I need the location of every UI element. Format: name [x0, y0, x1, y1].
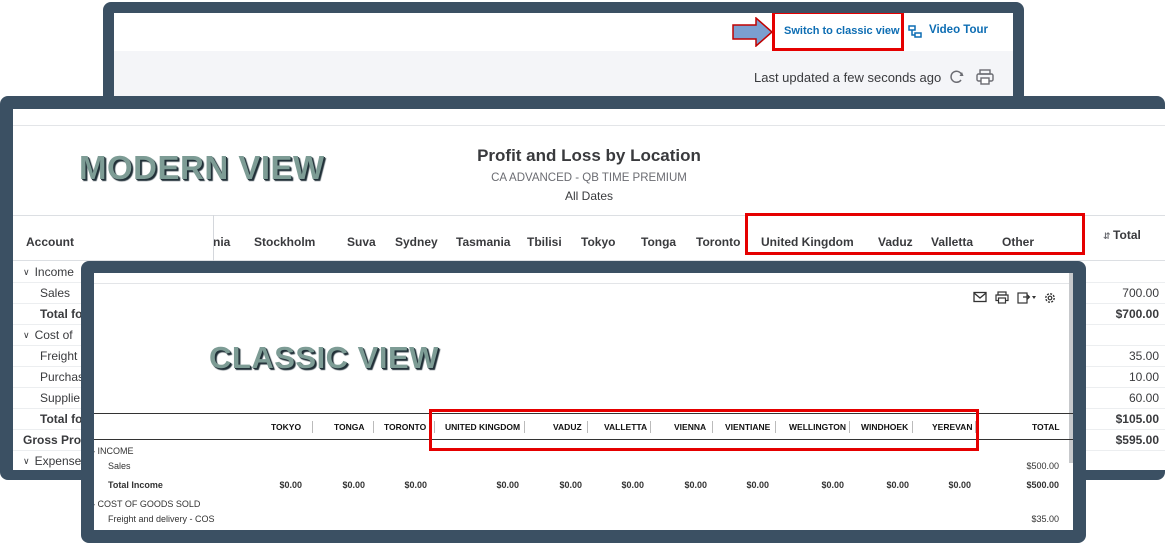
column-header[interactable]: nia	[213, 235, 230, 249]
total-column-header[interactable]: ⇵ Total	[1103, 228, 1141, 242]
row-label: ∨ Expense	[23, 454, 82, 468]
cell-value: $0.00	[684, 480, 707, 490]
row-total: $35.00	[1031, 514, 1059, 524]
row-label: ∨ Income	[23, 265, 74, 279]
classic-columns-highlight-box	[429, 409, 979, 451]
refresh-icon[interactable]	[949, 69, 965, 85]
total-column-header[interactable]: TOTAL	[1032, 422, 1060, 432]
column-header[interactable]: Sydney	[395, 235, 438, 249]
table-row: › INCOME	[94, 446, 1073, 461]
divider	[94, 283, 1073, 284]
row-amount: $700.00	[1115, 307, 1159, 321]
column-header[interactable]: Tokyo	[581, 235, 615, 249]
column-header[interactable]: Suva	[347, 235, 376, 249]
column-header[interactable]: Tonga	[641, 235, 676, 249]
column-header[interactable]: Tasmania	[456, 235, 510, 249]
classic-toolbar	[973, 291, 1063, 307]
cell-value: $0.00	[621, 480, 644, 490]
cell-value: $0.00	[886, 480, 909, 490]
row-label: Sales	[40, 286, 71, 300]
row-label[interactable]: › COST OF GOODS SOLD	[94, 499, 200, 509]
chevron-down-icon[interactable]: ∨	[23, 267, 30, 278]
row-label: Total Income	[108, 480, 163, 490]
table-row: Sales $500.00	[94, 461, 1073, 476]
row-amount: $105.00	[1115, 412, 1159, 426]
divider	[13, 125, 1165, 126]
column-header[interactable]: Tbilisi	[527, 235, 562, 249]
print-icon[interactable]	[995, 291, 1009, 304]
cell-value: $0.00	[948, 480, 971, 490]
chevron-down-icon[interactable]: ∨	[23, 456, 30, 467]
column-separator	[312, 421, 313, 433]
column-header[interactable]: Toronto	[696, 235, 740, 249]
switch-to-classic-link[interactable]: Switch to classic view	[784, 25, 900, 37]
export-icon[interactable]	[1017, 291, 1037, 304]
table-row: Freight and delivery - COS $35.00	[94, 514, 1073, 529]
row-amount: 60.00	[1128, 391, 1159, 405]
column-header[interactable]: TONGA	[334, 422, 365, 432]
row-label: Total fo	[40, 412, 83, 426]
row-label: Purchas	[40, 370, 85, 384]
column-header[interactable]: TOKYO	[271, 422, 301, 432]
row-label: Total fo	[40, 307, 83, 321]
column-header[interactable]: Stockholm	[254, 235, 315, 249]
modern-columns-highlight-box	[745, 213, 1085, 255]
classic-view-panel: CLASSIC VIEW TOKYO TONGA TORONTO UNITED …	[81, 261, 1086, 543]
row-label: Freight and delivery - COS	[108, 514, 215, 524]
sort-icon: ⇵	[1103, 231, 1114, 241]
row-amount: 35.00	[1128, 349, 1159, 363]
cell-value: $0.00	[821, 480, 844, 490]
row-total: $500.00	[1026, 480, 1059, 490]
column-separator	[373, 421, 374, 433]
cell-value: $0.00	[279, 480, 302, 490]
report-title: Profit and Loss by Location	[477, 146, 701, 165]
video-tour-icon	[908, 25, 922, 38]
chevron-down-icon[interactable]: ∨	[23, 330, 30, 341]
report-date-range: All Dates	[564, 189, 614, 203]
cell-value: $0.00	[746, 480, 769, 490]
last-updated-text: Last updated a few seconds ago	[754, 70, 942, 85]
column-header[interactable]: TORONTO	[384, 422, 426, 432]
table-row: › COST OF GOODS SOLD	[94, 499, 1073, 514]
row-amount: 10.00	[1128, 370, 1159, 384]
video-tour-link[interactable]: Video Tour	[929, 24, 988, 36]
classic-report: CLASSIC VIEW TOKYO TONGA TORONTO UNITED …	[94, 273, 1073, 530]
pointer-arrow-icon	[732, 17, 774, 47]
print-icon[interactable]	[976, 69, 994, 85]
row-label: ∨ Cost of	[23, 328, 73, 342]
table-row: Total Income $0.00 $0.00 $0.00 $0.00 $0.…	[94, 480, 1073, 495]
cell-value: $0.00	[496, 480, 519, 490]
company-name: CA ADVANCED - QB TIME PREMIUM	[491, 172, 687, 184]
row-amount: $595.00	[1115, 433, 1159, 447]
cell-value: $0.00	[559, 480, 582, 490]
settings-gear-icon[interactable]	[1043, 291, 1057, 305]
email-icon[interactable]	[973, 291, 987, 303]
account-column-header[interactable]: Account	[26, 235, 74, 249]
row-total: $500.00	[1026, 461, 1059, 471]
row-label[interactable]: › INCOME	[94, 446, 134, 456]
row-label: Sales	[108, 461, 131, 471]
cell-value: $0.00	[404, 480, 427, 490]
classic-view-label: CLASSIC VIEW	[209, 340, 439, 375]
cell-value: $0.00	[342, 480, 365, 490]
row-label: Supplie	[40, 391, 81, 405]
row-amount: 700.00	[1122, 286, 1159, 300]
